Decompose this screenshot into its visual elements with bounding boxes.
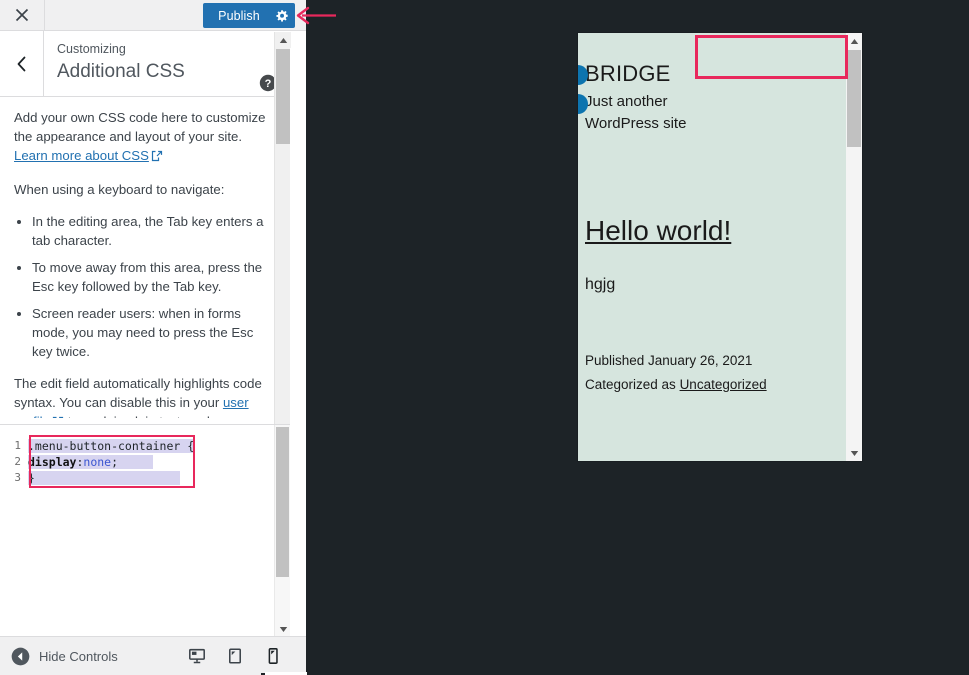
- code-content[interactable]: .menu-button-container { display:none; }: [28, 438, 278, 486]
- device-preview-group: [178, 637, 292, 675]
- customizer-footer: Hide Controls: [0, 636, 306, 675]
- syntax-paragraph: The edit field automatically highlights …: [14, 374, 276, 418]
- keyboard-heading: When using a keyboard to navigate:: [14, 182, 225, 197]
- css-semicolon: ;: [111, 455, 119, 469]
- hide-controls-label: Hide Controls: [39, 649, 118, 664]
- close-customizer-button[interactable]: [0, 0, 45, 30]
- line-number: 2: [14, 455, 21, 468]
- customizer-topbar: Publish: [0, 0, 306, 31]
- css-value: none: [83, 455, 112, 469]
- external-link-icon: [52, 414, 64, 418]
- scroll-up-arrow-icon: [279, 37, 287, 43]
- page-title: Additional CSS: [57, 61, 185, 82]
- close-icon: [15, 8, 29, 22]
- code-scroll-down-button[interactable]: [275, 621, 290, 636]
- hide-controls-button[interactable]: Hide Controls: [11, 647, 118, 666]
- tablet-icon: [229, 648, 241, 664]
- code-line-1-text: .menu-button-container {: [28, 439, 195, 453]
- learn-more-about-css-link[interactable]: Learn more about CSS: [14, 148, 149, 163]
- site-title: BRIDGE: [585, 61, 671, 86]
- code-line-1[interactable]: .menu-button-container {: [28, 438, 278, 454]
- code-line-3[interactable]: }: [28, 470, 278, 486]
- code-scroll-thumb[interactable]: [276, 427, 289, 577]
- sidebar-scroll-thumb[interactable]: [276, 49, 290, 144]
- customizer-section-header: Customizing Additional CSS ?: [0, 31, 290, 97]
- code-line-3-text: }: [28, 471, 35, 485]
- post-published-date: Published January 26, 2021: [585, 353, 753, 368]
- site-tagline: Just another WordPress site: [585, 93, 687, 132]
- gear-icon: [275, 10, 288, 22]
- post-meta: Published January 26, 2021 Categorized a…: [585, 349, 767, 397]
- css-code-editor[interactable]: 1 2 3 .menu-button-container { display:n…: [0, 424, 290, 636]
- mobile-icon: [268, 648, 278, 664]
- preview-scroll-down-button[interactable]: [846, 445, 862, 461]
- chevron-left-icon: [17, 56, 26, 71]
- site-preview-frame: BRIDGE Just another WordPress site Hello…: [578, 33, 862, 461]
- publish-button-label: Publish: [218, 8, 260, 23]
- post-category-line: Categorized as Uncategorized: [585, 373, 767, 397]
- preview-scroll-thumb[interactable]: [847, 50, 861, 147]
- intro-text: Add your own CSS code here to customize …: [14, 110, 266, 144]
- list-item: In the editing area, the Tab key enters …: [32, 212, 276, 250]
- post-excerpt: hgjg: [585, 276, 616, 293]
- category-prefix: Categorized as: [585, 377, 680, 392]
- additional-css-help-panel: Add your own CSS code here to customize …: [0, 98, 290, 418]
- back-button[interactable]: [0, 31, 44, 96]
- svg-text:?: ?: [265, 78, 272, 90]
- scroll-down-arrow-icon: [279, 626, 287, 632]
- device-preview-mobile[interactable]: [254, 637, 292, 675]
- code-line-number-gutter: 1 2 3: [0, 425, 27, 636]
- device-preview-desktop[interactable]: [178, 637, 216, 675]
- customizing-eyebrow: Customizing: [57, 42, 126, 56]
- code-line-2[interactable]: display:none;: [28, 454, 278, 470]
- device-preview-tablet[interactable]: [216, 637, 254, 675]
- line-number: 1: [14, 439, 21, 452]
- desktop-icon: [189, 648, 205, 664]
- syntax-text-after: to work in plain text mode.: [64, 414, 221, 418]
- customizer-window: Publish Customizing Additional CSS ? Add…: [0, 0, 969, 675]
- publish-button[interactable]: Publish: [203, 3, 295, 28]
- post-title-link[interactable]: Hello world!: [585, 215, 731, 247]
- line-number: 3: [14, 471, 21, 484]
- scroll-down-arrow-icon: [850, 450, 858, 456]
- code-editor-scrollbar[interactable]: [274, 425, 290, 636]
- list-item: Screen reader users: when in forms mode,…: [32, 304, 276, 361]
- external-link-icon: [151, 148, 163, 167]
- list-item: To move away from this area, press the E…: [32, 258, 276, 296]
- preview-scrollbar[interactable]: [846, 33, 862, 461]
- scroll-up-arrow-icon: [850, 38, 858, 44]
- scroll-up-button[interactable]: [275, 32, 291, 48]
- previewed-site-page: BRIDGE Just another WordPress site Hello…: [578, 33, 846, 461]
- preview-scroll-up-button[interactable]: [846, 33, 862, 49]
- intro-paragraph: Add your own CSS code here to customize …: [14, 108, 276, 167]
- collapse-left-icon: [11, 647, 30, 666]
- publish-settings-toggle[interactable]: [269, 9, 295, 22]
- section-title-group: Customizing Additional CSS: [57, 41, 252, 85]
- keyboard-bullet-list: In the editing area, the Tab key enters …: [14, 212, 276, 361]
- post-category-link[interactable]: Uncategorized: [680, 377, 767, 392]
- customizer-sidebar: Publish Customizing Additional CSS ? Add…: [0, 0, 307, 675]
- css-property: display: [28, 455, 77, 469]
